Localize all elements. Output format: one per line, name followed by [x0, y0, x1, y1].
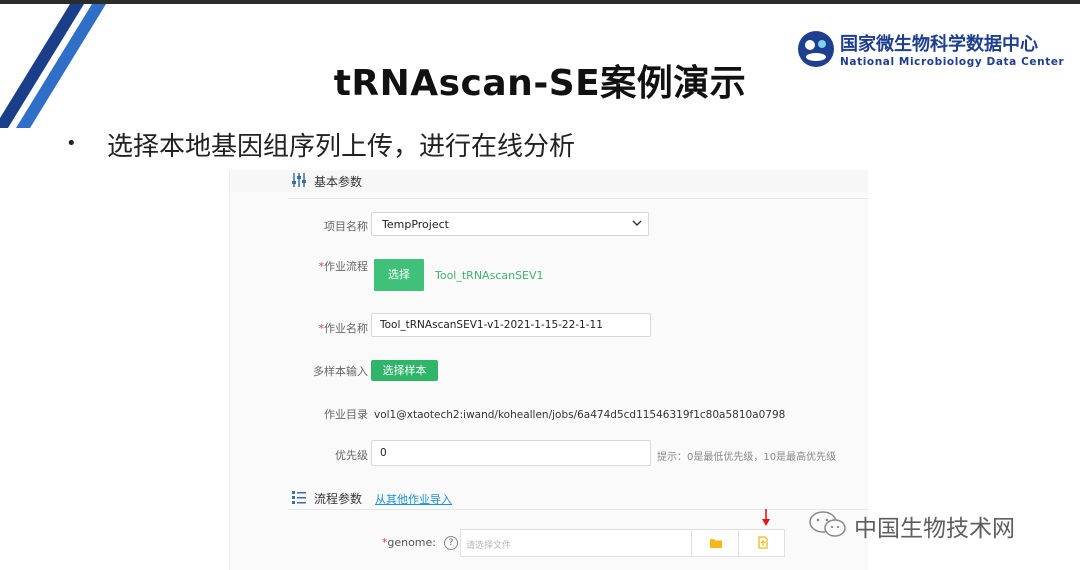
- wechat-icon: [809, 511, 846, 537]
- genome-label-text: genome:: [387, 536, 436, 549]
- import-from-job-link[interactable]: 从其他作业导入: [375, 491, 452, 507]
- folder-icon: [710, 539, 722, 548]
- list-icon: [292, 491, 306, 504]
- flow-params-title: 流程参数: [314, 492, 363, 506]
- priority-input[interactable]: 0: [371, 440, 651, 466]
- genome-label: *genome:: [296, 536, 436, 549]
- job-name-label: *作业名称: [230, 320, 369, 336]
- upload-file-button[interactable]: [738, 530, 786, 556]
- job-dir-label: 作业目录: [324, 408, 368, 421]
- priority-label: 优先级: [335, 449, 368, 462]
- genome-placeholder: 请选择文件: [466, 541, 512, 551]
- project-name-label: 项目名称: [324, 220, 368, 233]
- bullet-text: 选择本地基因组序列上传，进行在线分析: [107, 132, 576, 162]
- genome-help-icon[interactable]: ?: [444, 536, 458, 550]
- multi-sample-label: 多样本输入: [313, 365, 368, 378]
- genome-file-input[interactable]: 请选择文件: [460, 529, 785, 557]
- project-name-value: TempProject: [382, 218, 449, 231]
- select-sample-button[interactable]: 选择样本: [371, 360, 438, 381]
- watermark-text: 中国生物技术网: [854, 516, 1015, 542]
- priority-hint: 提示：0是最低优先级，10是最高优先级: [657, 452, 837, 463]
- upload-file-icon: [758, 536, 768, 549]
- embedded-form-screenshot: 基本参数 项目名称 TempProject *作业流程 选择 Tool_tRNA…: [229, 170, 868, 570]
- basic-params-title: 基本参数: [314, 175, 363, 189]
- slide-title: tRNAscan-SE案例演示: [333, 63, 747, 104]
- top-border: [0, 0, 1080, 4]
- workflow-value: Tool_tRNAscanSEV1: [435, 269, 544, 282]
- job-dir-value: vol1@xtaotech2:iwand/koheallen/jobs/6a47…: [374, 409, 786, 421]
- flow-params-divider: [288, 509, 868, 510]
- bullet-marker: •: [66, 133, 77, 154]
- watermark: 中国生物技术网: [808, 507, 1053, 542]
- sliders-icon: [292, 173, 306, 187]
- priority-value: 0: [380, 447, 387, 459]
- job-name-label-text: 作业名称: [324, 322, 368, 335]
- workflow-label-text: 作业流程: [324, 260, 368, 273]
- project-name-select[interactable]: TempProject: [371, 212, 649, 236]
- browse-folder-button[interactable]: [691, 530, 739, 556]
- red-arrow-pointer: [762, 509, 770, 526]
- basic-params-divider: [288, 198, 868, 199]
- workflow-label: *作业流程: [230, 258, 369, 274]
- job-name-input[interactable]: Tool_tRNAscanSEV1-v1-2021-1-15-22-1-11: [371, 313, 651, 337]
- job-name-value: Tool_tRNAscanSEV1-v1-2021-1-15-22-1-11: [380, 319, 603, 331]
- logo-chinese-name: 国家微生物科学数据中心: [840, 34, 1038, 55]
- chevron-down-icon: [632, 220, 642, 226]
- select-workflow-button[interactable]: 选择: [374, 259, 424, 291]
